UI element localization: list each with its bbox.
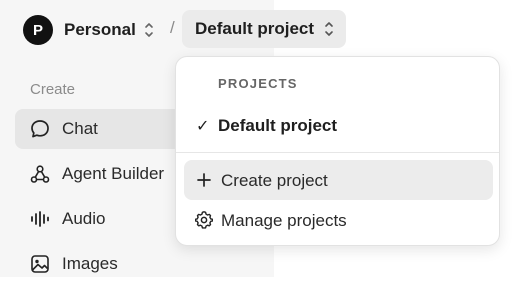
breadcrumb-separator: /: [170, 18, 175, 37]
project-name: Default project: [195, 19, 315, 38]
sidebar-item-label: Chat: [62, 119, 98, 138]
project-dropdown-menu: PROJECTS ✓ Default project Create projec…: [175, 56, 500, 246]
chat-icon: [31, 120, 49, 138]
org-switcher[interactable]: P Personal: [23, 15, 154, 45]
top-bar: P Personal / Default project: [0, 0, 526, 58]
avatar: P: [23, 15, 53, 45]
menu-section-header: PROJECTS: [218, 76, 298, 91]
create-project-button[interactable]: Create project: [184, 160, 493, 200]
sidebar-item-images[interactable]: Images: [15, 244, 265, 284]
sidebar-item-label: Images: [62, 254, 118, 273]
images-icon: [31, 255, 49, 273]
menu-item-selected-project[interactable]: Default project: [218, 116, 337, 136]
chevron-up-down-icon: [145, 23, 153, 37]
menu-item-label: Create project: [221, 171, 328, 190]
sidebar-item-label: Audio: [62, 209, 106, 228]
chevron-up-down-icon: [325, 22, 333, 36]
gear-icon: [195, 211, 213, 229]
project-switcher-button[interactable]: Default project: [182, 10, 346, 48]
plus-icon: [197, 173, 211, 187]
audio-icon: [31, 211, 49, 227]
menu-divider: [176, 152, 499, 153]
manage-projects-button[interactable]: Manage projects: [184, 200, 493, 240]
menu-item-label: Manage projects: [221, 211, 347, 230]
org-name: Personal: [64, 20, 136, 39]
checkmark-icon: ✓: [196, 118, 210, 135]
agent-builder-icon: [30, 165, 50, 183]
sidebar-section-label: Create: [30, 81, 76, 98]
sidebar-item-label: Agent Builder: [62, 164, 165, 183]
